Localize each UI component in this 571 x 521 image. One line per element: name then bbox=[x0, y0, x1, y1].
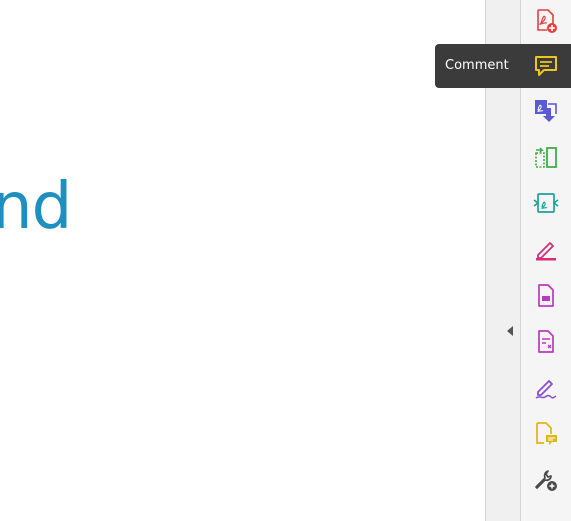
comment-icon bbox=[535, 56, 557, 76]
comment-tooltip: Comment bbox=[435, 44, 521, 88]
organize-pages-icon bbox=[535, 147, 557, 168]
tools-pane bbox=[520, 0, 571, 521]
create-pdf-icon bbox=[537, 9, 557, 33]
more-tools-tool[interactable] bbox=[529, 463, 563, 497]
create-pdf-tool[interactable] bbox=[529, 4, 563, 38]
collapse-arrow-icon[interactable] bbox=[507, 326, 513, 336]
fill-sign-icon bbox=[536, 242, 556, 261]
export-pdf-icon bbox=[535, 100, 557, 122]
document-page: nd bbox=[0, 0, 485, 521]
request-signatures-tool[interactable] bbox=[529, 371, 563, 405]
export-pdf-tool[interactable] bbox=[529, 94, 563, 128]
document-heading-text: nd bbox=[0, 170, 72, 244]
request-signatures-icon bbox=[535, 380, 557, 399]
send-for-comments-icon bbox=[536, 422, 557, 445]
protect-icon bbox=[538, 284, 554, 307]
organize-pages-tool[interactable] bbox=[529, 141, 563, 175]
protect-tool[interactable] bbox=[529, 279, 563, 313]
send-for-comments-tool[interactable] bbox=[529, 417, 563, 451]
compress-pdf-tool[interactable] bbox=[529, 187, 563, 221]
fill-sign-tool[interactable] bbox=[529, 233, 563, 267]
comment-tool[interactable] bbox=[521, 44, 571, 88]
more-tools-icon bbox=[535, 470, 557, 491]
compress-pdf-icon bbox=[533, 193, 559, 213]
prepare-form-icon bbox=[538, 330, 554, 353]
prepare-form-tool[interactable] bbox=[529, 325, 563, 359]
